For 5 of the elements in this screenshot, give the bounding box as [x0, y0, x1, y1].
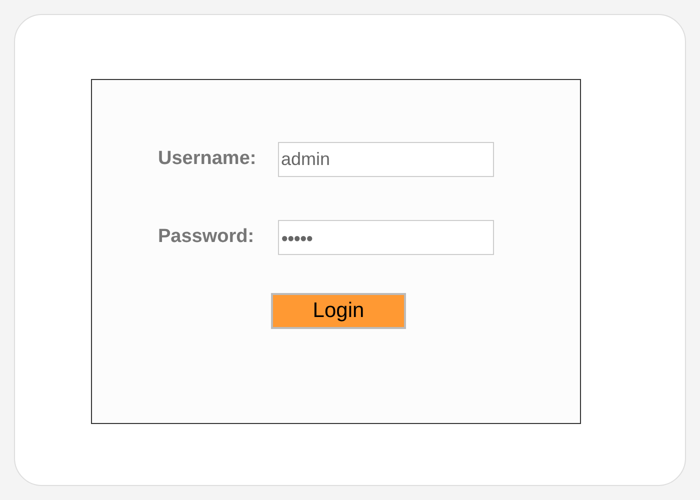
password-field[interactable]: ●●●●●	[278, 220, 494, 255]
field-label: Password:	[158, 225, 256, 250]
field-label: Username:	[158, 147, 258, 172]
login-button[interactable]: Login	[271, 293, 406, 329]
username-field[interactable]: admin	[278, 142, 494, 177]
